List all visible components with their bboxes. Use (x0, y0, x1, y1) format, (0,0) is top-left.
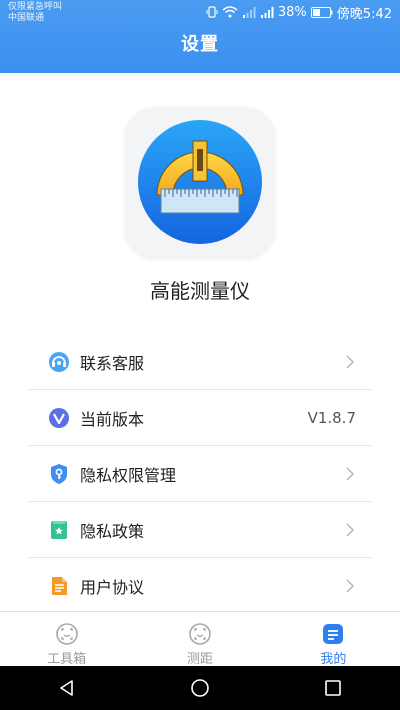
status-bar-right: 38% 傍晚5:42 (206, 4, 392, 22)
header-bar: 仅限紧急呼叫 中国联通 38% 傍晚5:42 设置 (0, 0, 400, 73)
face-scan-icon (55, 622, 79, 646)
chevron-right-icon (346, 354, 354, 369)
protractor-ruler-icon (138, 120, 262, 244)
signal-weak-icon (242, 6, 256, 18)
menu-item-label: 隐私权限管理 (80, 465, 177, 485)
battery-icon (310, 6, 333, 18)
system-nav-bar (0, 666, 400, 710)
wifi-icon (222, 6, 238, 18)
version-v-icon (48, 407, 70, 429)
back-icon[interactable] (37, 666, 97, 710)
bookmark-star-icon (48, 519, 70, 541)
menu-item-label: 联系客服 (80, 353, 145, 373)
vibrate-icon (206, 6, 218, 18)
page-title: 设置 (181, 34, 219, 55)
tab-toolbox[interactable]: 工具箱 (0, 612, 133, 667)
app-logo (125, 107, 275, 257)
settings-menu: 联系客服 当前版本 V1.8.7 隐私权限管理 隐私政策 用户协议 (28, 334, 372, 614)
chevron-right-icon (346, 578, 354, 593)
version-value: V1.8.7 (307, 408, 356, 427)
battery-percent: 38% (277, 4, 307, 20)
menu-square-icon (321, 622, 345, 646)
menu-item-privacy-permissions[interactable]: 隐私权限管理 (28, 446, 372, 502)
menu-item-privacy-policy[interactable]: 隐私政策 (28, 502, 372, 558)
face-scan-icon (188, 622, 212, 646)
carrier-line-2: 中国联通 (8, 13, 45, 23)
tab-measure-distance[interactable]: 测距 (133, 612, 266, 667)
chevron-right-icon (346, 522, 354, 537)
menu-item-current-version[interactable]: 当前版本 V1.8.7 (28, 390, 372, 446)
chevron-right-icon (346, 466, 354, 481)
app-name: 高能测量仪 (150, 279, 250, 303)
menu-item-label: 用户协议 (80, 577, 145, 597)
menu-item-label: 当前版本 (80, 409, 145, 429)
tab-mine[interactable]: 我的 (267, 612, 400, 667)
tab-label: 测距 (186, 652, 213, 667)
tab-label: 工具箱 (47, 652, 87, 667)
document-icon (48, 575, 70, 597)
tab-label: 我的 (320, 652, 347, 667)
home-icon[interactable] (170, 666, 230, 710)
carrier-line-1: 仅限紧急呼叫 (8, 2, 63, 12)
recents-icon[interactable] (303, 666, 363, 710)
status-bar-left: 仅限紧急呼叫 中国联通 (8, 2, 62, 24)
bottom-tab-bar: 工具箱 测距 我的 (0, 611, 400, 667)
menu-item-contact-support[interactable]: 联系客服 (28, 334, 372, 390)
headset-icon (48, 351, 70, 373)
shield-key-icon (48, 463, 70, 485)
clock: 傍晚5:42 (336, 6, 392, 22)
menu-item-user-agreement[interactable]: 用户协议 (28, 558, 372, 614)
signal-icon (260, 6, 274, 18)
menu-item-label: 隐私政策 (80, 521, 145, 541)
